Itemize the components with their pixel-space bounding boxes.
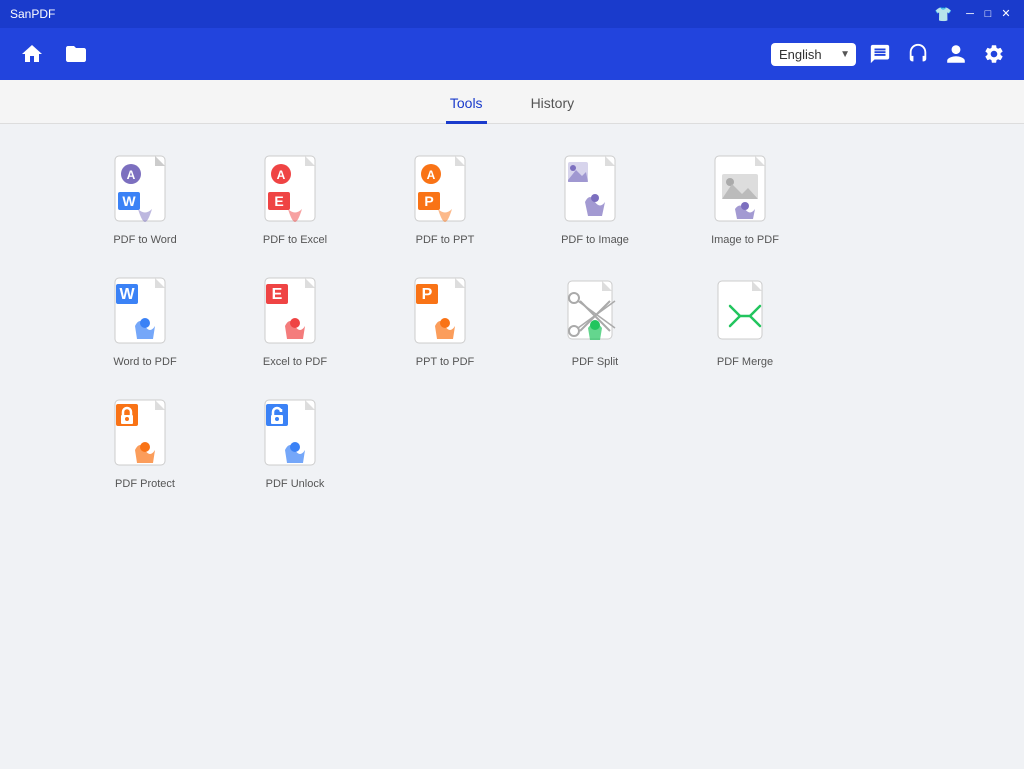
titlebar: SanPDF 👕 ─ □ ✕ bbox=[0, 0, 1024, 28]
word-to-pdf-tool[interactable]: W Word to PDF bbox=[100, 276, 190, 368]
svg-text:E: E bbox=[274, 193, 283, 209]
tools-row-2: W Word to PDF E Excel to PDF bbox=[100, 276, 924, 368]
main-content: A W PDF to Word A E bbox=[0, 124, 1024, 769]
pdf-to-ppt-label: PDF to PPT bbox=[416, 234, 475, 246]
svg-text:A: A bbox=[277, 168, 286, 182]
excel-to-pdf-tool[interactable]: E Excel to PDF bbox=[250, 276, 340, 368]
tools-grid: A W PDF to Word A E bbox=[100, 154, 924, 490]
headset-button[interactable] bbox=[904, 40, 932, 68]
tools-row-1: A W PDF to Word A E bbox=[100, 154, 924, 246]
pdf-unlock-tool[interactable]: PDF Unlock bbox=[250, 398, 340, 490]
ppt-to-pdf-label: PPT to PDF bbox=[416, 356, 474, 368]
pdf-merge-tool[interactable]: PDF Merge bbox=[700, 276, 790, 368]
svg-text:W: W bbox=[119, 286, 135, 303]
pdf-to-word-label: PDF to Word bbox=[113, 234, 176, 246]
pdf-to-excel-tool[interactable]: A E PDF to Excel bbox=[250, 154, 340, 246]
ppt-to-pdf-tool[interactable]: P PPT to PDF bbox=[400, 276, 490, 368]
home-button[interactable] bbox=[16, 38, 48, 70]
pdf-to-ppt-tool[interactable]: A P PDF to PPT bbox=[400, 154, 490, 246]
pdf-protect-tool[interactable]: PDF Protect bbox=[100, 398, 190, 490]
tools-row-3: PDF Protect PDF Unlock bbox=[100, 398, 924, 490]
user-button[interactable] bbox=[942, 40, 970, 68]
folder-button[interactable] bbox=[60, 38, 92, 70]
language-selector[interactable]: English Chinese Japanese ▼ bbox=[771, 43, 856, 66]
svg-text:P: P bbox=[422, 286, 433, 303]
maximize-button[interactable]: □ bbox=[980, 6, 996, 22]
pdf-protect-label: PDF Protect bbox=[115, 478, 175, 490]
image-to-pdf-label: Image to PDF bbox=[711, 234, 779, 246]
comment-button[interactable] bbox=[866, 40, 894, 68]
svg-text:E: E bbox=[272, 286, 283, 303]
svg-text:A: A bbox=[127, 168, 136, 182]
pdf-to-word-tool[interactable]: A W PDF to Word bbox=[100, 154, 190, 246]
toolbar: English Chinese Japanese ▼ bbox=[0, 28, 1024, 80]
shirt-icon: 👕 bbox=[935, 6, 952, 23]
tab-history[interactable]: History bbox=[527, 85, 579, 124]
excel-to-pdf-label: Excel to PDF bbox=[263, 356, 327, 368]
pdf-split-label: PDF Split bbox=[572, 356, 618, 368]
pdf-to-image-tool[interactable]: PDF to Image bbox=[550, 154, 640, 246]
language-dropdown[interactable]: English Chinese Japanese bbox=[771, 43, 856, 66]
pdf-to-excel-label: PDF to Excel bbox=[263, 234, 327, 246]
svg-text:W: W bbox=[122, 193, 136, 209]
settings-button[interactable] bbox=[980, 40, 1008, 68]
tabs-bar: Tools History bbox=[0, 80, 1024, 124]
minimize-button[interactable]: ─ bbox=[962, 6, 978, 22]
image-to-pdf-tool[interactable]: Image to PDF bbox=[700, 154, 790, 246]
tab-tools[interactable]: Tools bbox=[446, 85, 487, 124]
word-to-pdf-label: Word to PDF bbox=[113, 356, 176, 368]
pdf-unlock-label: PDF Unlock bbox=[266, 478, 325, 490]
svg-text:P: P bbox=[424, 193, 433, 209]
pdf-to-image-label: PDF to Image bbox=[561, 234, 629, 246]
close-button[interactable]: ✕ bbox=[998, 6, 1014, 22]
app-title: SanPDF bbox=[10, 7, 55, 21]
pdf-merge-label: PDF Merge bbox=[717, 356, 773, 368]
pdf-split-tool[interactable]: PDF Split bbox=[550, 276, 640, 368]
svg-text:A: A bbox=[427, 168, 436, 182]
